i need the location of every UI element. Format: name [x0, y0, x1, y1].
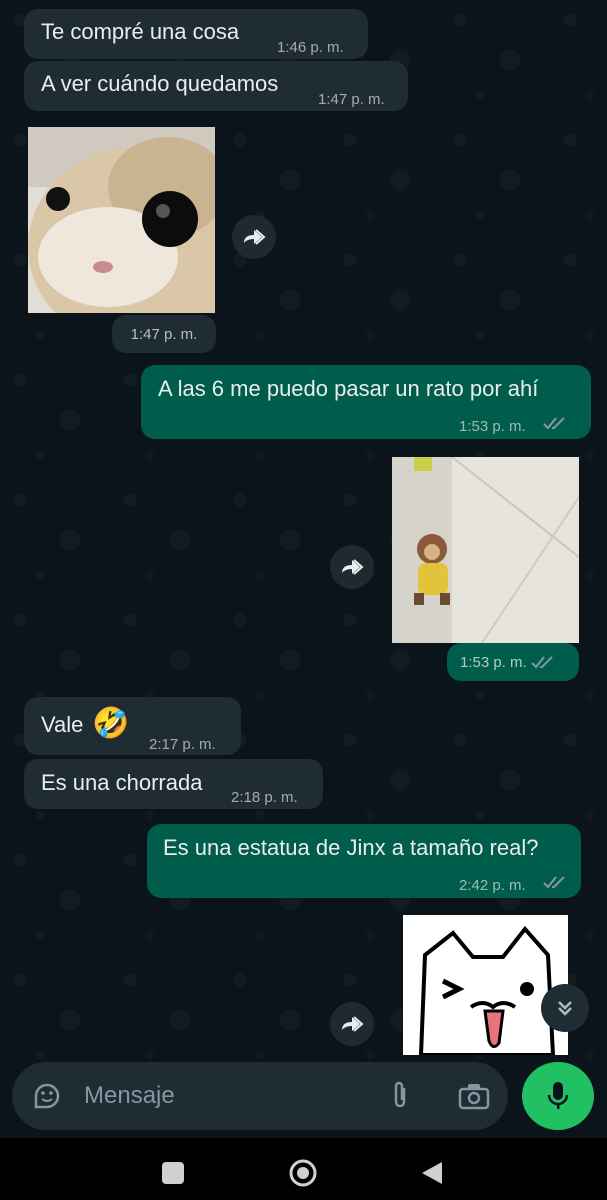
incoming-image-hamster[interactable]	[28, 127, 215, 313]
message-time: 1:53 p. m.	[460, 653, 527, 671]
camera-icon	[458, 1084, 490, 1110]
system-navigation-bar	[0, 1138, 607, 1200]
message-incoming[interactable]: Vale 🤣 2:17 p. m.	[24, 697, 241, 755]
message-time: 2:42 p. m.	[459, 877, 526, 894]
double-check-icon	[530, 656, 553, 669]
message-text: Vale	[41, 712, 84, 737]
outgoing-image-monkey[interactable]	[392, 457, 579, 643]
forward-icon	[342, 1016, 364, 1032]
hamster-photo	[28, 127, 215, 313]
chevron-double-down-icon	[558, 1001, 572, 1016]
message-outgoing[interactable]: Es una estatua de Jinx a tamaño real? 2:…	[147, 824, 581, 898]
message-text: A ver cuándo quedamos	[41, 71, 279, 96]
message-time: 2:17 p. m.	[149, 736, 216, 753]
scroll-to-bottom-button[interactable]	[541, 984, 589, 1032]
message-incoming[interactable]: A ver cuándo quedamos 1:47 p. m.	[24, 61, 408, 111]
message-incoming[interactable]: Te compré una cosa 1:46 p. m.	[24, 9, 368, 59]
message-time: 1:53 p. m.	[459, 418, 526, 435]
attach-icon	[394, 1081, 406, 1108]
attach-button[interactable]	[388, 1080, 412, 1112]
message-incoming[interactable]: Es una chorrada 2:18 p. m.	[24, 759, 323, 809]
forward-button[interactable]	[330, 1002, 374, 1046]
message-text: Es una estatua de Jinx a tamaño real?	[163, 835, 539, 860]
cat-sticker	[403, 915, 568, 1055]
image-timestamp: 1:47 p. m.	[112, 315, 216, 353]
message-text: Te compré una cosa	[41, 19, 240, 44]
nav-home-button[interactable]	[289, 1159, 317, 1187]
message-input[interactable]: Mensaje	[84, 1082, 175, 1110]
emoji-rolling-laughing: 🤣	[92, 707, 130, 740]
message-time: 1:47 p. m.	[130, 325, 198, 343]
chat-area[interactable]: Te compré una cosa 1:46 p. m. A ver cuán…	[0, 0, 607, 1062]
nav-recents-button[interactable]	[162, 1162, 184, 1184]
double-check-icon	[543, 876, 565, 889]
message-outgoing[interactable]: A las 6 me puedo pasar un rato por ahí 1…	[141, 365, 591, 439]
camera-button[interactable]	[458, 1082, 490, 1110]
message-text: Es una chorrada	[41, 770, 203, 795]
microphone-icon	[547, 1082, 569, 1109]
nav-back-icon	[422, 1162, 442, 1184]
nav-home-icon	[289, 1159, 317, 1187]
double-check-icon	[543, 417, 565, 430]
forward-button[interactable]	[330, 545, 374, 589]
message-time: 2:18 p. m.	[231, 789, 298, 806]
voice-record-button[interactable]	[522, 1062, 594, 1130]
message-composer[interactable]: Mensaje	[12, 1062, 508, 1130]
forward-icon	[244, 229, 266, 245]
message-time: 1:46 p. m.	[277, 39, 344, 56]
sticker-icon	[34, 1083, 60, 1109]
forward-button[interactable]	[232, 215, 276, 259]
message-time: 1:47 p. m.	[318, 91, 385, 108]
image-timestamp: 1:53 p. m.	[447, 643, 579, 681]
monkey-photo	[392, 457, 579, 643]
nav-back-button[interactable]	[420, 1160, 444, 1186]
sticker-button[interactable]	[32, 1081, 62, 1111]
forward-icon	[342, 559, 364, 575]
message-text: A las 6 me puedo pasar un rato por ahí	[158, 376, 539, 401]
outgoing-sticker-cat[interactable]	[403, 915, 568, 1055]
